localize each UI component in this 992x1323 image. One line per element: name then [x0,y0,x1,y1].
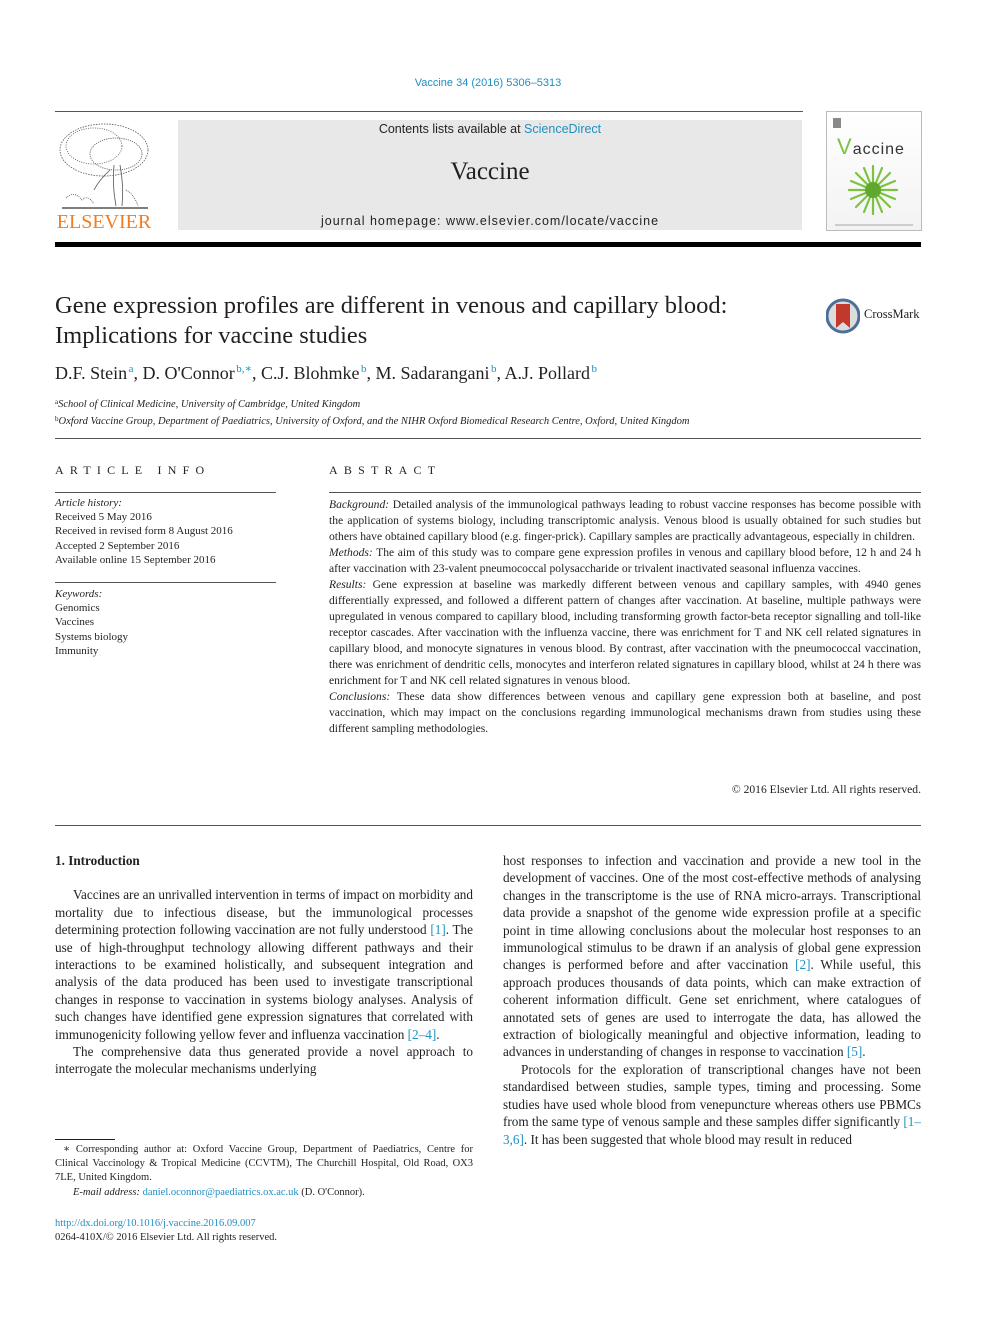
section-heading: 1. Introduction [55,853,140,868]
reference-link[interactable]: [1] [430,922,445,937]
author[interactable]: A.J. Pollard b [505,363,598,383]
keyword: Genomics [55,602,100,615]
footnote-divider [55,1139,115,1140]
crossmark-icon [825,298,861,334]
elsevier-logo[interactable]: ELSEVIER [54,120,154,232]
author-affiliation-marker[interactable]: b [592,363,598,375]
author-affiliation-marker[interactable]: b,∗ [236,363,252,375]
cover-title-v: V [837,134,853,159]
reference-link[interactable]: [2] [795,957,810,972]
abstract-background: Background: Detailed analysis of the imm… [329,498,921,543]
history-item: Available online 15 September 2016 [55,553,216,566]
reference-link[interactable]: [2–4] [408,1027,437,1042]
article-title: Gene expression profiles are different i… [55,292,728,349]
elsevier-wordmark: ELSEVIER [56,211,152,233]
crossmark-label: CrossMark [864,307,920,321]
abstract-conclusions: Conclusions: These data show differences… [329,690,921,735]
reference-link[interactable]: [5] [847,1044,862,1059]
divider [55,492,276,493]
divider [55,438,921,439]
cover-caption [835,224,913,226]
author[interactable]: C.J. Blohmke b [261,363,367,383]
header-divider [55,111,803,112]
doi-block: http://dx.doi.org/10.1016/j.vaccine.2016… [55,1217,277,1245]
contents-line: Contents lists available at ScienceDirec… [178,122,802,136]
author-list: D.F. Stein a, D. O'Connor b,∗, C.J. Bloh… [55,363,598,383]
issn-copyright: 0264-410X/© 2016 Elsevier Ltd. All right… [55,1232,278,1244]
article-info-heading: ARTICLE INFO [55,463,211,477]
body-column-left: 1. Introduction Vaccines are an unrivall… [55,852,473,1078]
elsevier-tree-icon [59,123,149,209]
affiliation: bOxford Vaccine Group, Department of Pae… [55,415,690,427]
abstract-results: Results: Gene expression at baseline was… [329,578,921,687]
history-item: Received 5 May 2016 [55,511,152,524]
affiliations: aSchool of Clinical Medicine, University… [55,395,689,429]
journal-citation-link[interactable]: Vaccine 34 (2016) 5306–5313 [0,77,976,89]
author[interactable]: D. O'Connor b,∗ [142,363,252,383]
abstract-copyright: © 2016 Elsevier Ltd. All rights reserved… [731,783,921,796]
corresponding-author-note: ∗ Corresponding author at: Oxford Vaccin… [55,1144,473,1184]
email-link[interactable]: daniel.oconnor@paediatrics.ox.ac.uk [143,1187,299,1198]
body-paragraph: host responses to infection and vaccinat… [503,853,921,1060]
divider [55,825,921,826]
body-column-right: host responses to infection and vaccinat… [503,852,921,1148]
keyword: Systems biology [55,630,129,643]
cover-title: Vaccine [837,134,905,160]
keywords-label: Keywords: [55,588,103,600]
abstract-body: Background: Detailed analysis of the imm… [329,497,921,737]
footnote: ∗ Corresponding author at: Oxford Vaccin… [55,1143,473,1200]
header-thick-divider [55,242,921,247]
body-paragraph: Vaccines are an unrivalled intervention … [55,887,473,1042]
cover-publisher-icon [833,118,841,128]
contents-prefix: Contents lists available at [378,122,525,136]
crossmark-button[interactable]: CrossMark [825,298,926,334]
abstract-heading: ABSTRACT [329,463,442,477]
body-paragraph: Protocols for the exploration of transcr… [503,1061,921,1147]
doi-link[interactable]: http://dx.doi.org/10.1016/j.vaccine.2016… [55,1218,256,1229]
homepage-link[interactable]: www.elsevier.com/locate/vaccine [446,214,659,228]
keyword: Immunity [55,644,99,657]
keywords: Keywords: Genomics Vaccines Systems biol… [55,587,128,658]
journal-homepage: journal homepage: www.elsevier.com/locat… [178,214,802,228]
article-history-label: Article history: [55,497,122,509]
homepage-label: journal homepage: [320,214,446,228]
divider [55,582,276,583]
affiliation: aSchool of Clinical Medicine, University… [55,398,361,410]
sciencedirect-link[interactable]: ScienceDirect [524,122,601,136]
journal-name: Vaccine [450,158,530,185]
journal-banner: Contents lists available at ScienceDirec… [178,120,802,230]
body-paragraph: The comprehensive data thus generated pr… [55,1044,473,1077]
history-item: Received in revised form 8 August 2016 [55,525,233,538]
cover-title-rest: accine [852,141,905,158]
article-history: Article history: Received 5 May 2016 Rec… [55,496,233,567]
author[interactable]: M. Sadarangani b [376,363,497,383]
email-note: E-mail address: daniel.oconnor@paediatri… [73,1186,365,1198]
author-affiliation-marker[interactable]: b [361,363,367,375]
history-item: Accepted 2 September 2016 [55,539,180,552]
author-affiliation-marker[interactable]: a [129,363,134,375]
author[interactable]: D.F. Stein a [55,363,133,383]
divider [329,492,921,493]
journal-cover-thumbnail[interactable]: Vaccine [826,111,922,231]
author-affiliation-marker[interactable]: b [491,363,497,375]
virus-illustration-icon [847,164,899,216]
abstract-methods: Methods: The aim of this study was to co… [329,546,921,575]
keyword: Vaccines [55,616,95,629]
